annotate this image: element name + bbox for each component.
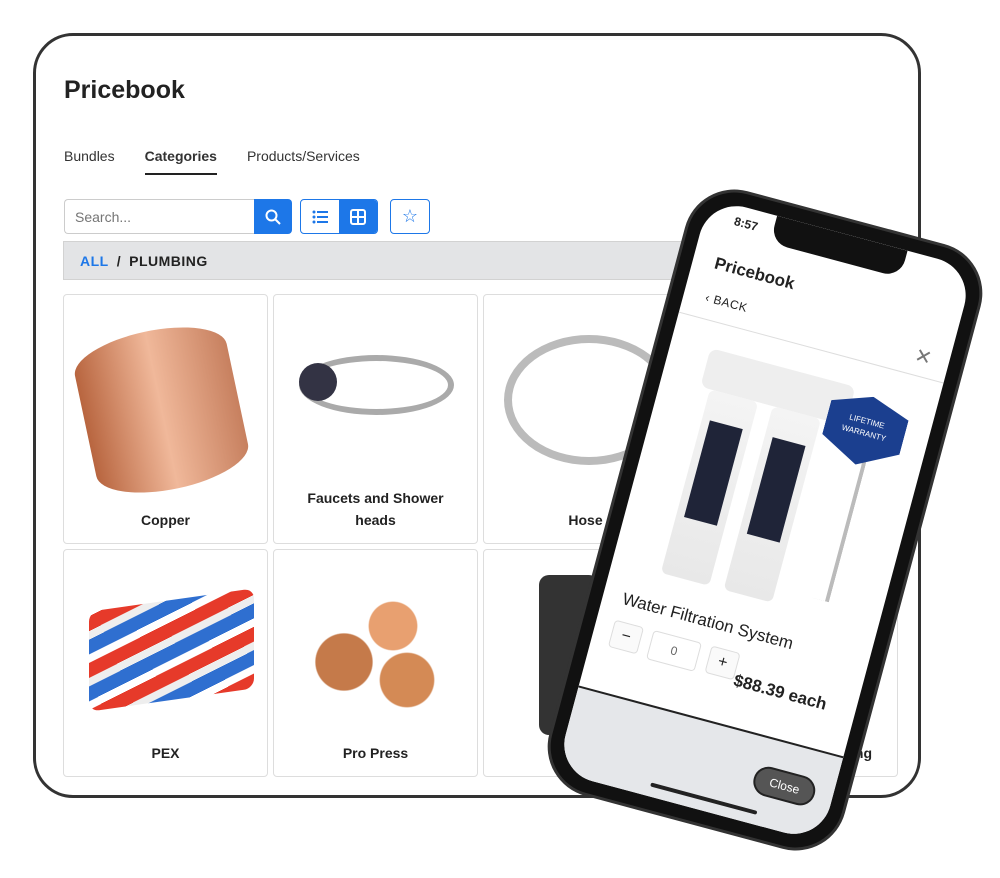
favorites-button[interactable]: ☆ <box>390 199 430 234</box>
back-button[interactable]: ‹ BACK <box>704 290 749 315</box>
list-icon <box>312 210 328 223</box>
page-title: Pricebook <box>64 76 185 104</box>
close-button[interactable]: Close <box>750 763 819 809</box>
toolbar: ☆ <box>64 199 430 234</box>
pro-press-image <box>309 590 449 710</box>
back-label: BACK <box>711 292 750 315</box>
status-time: 8:57 <box>732 214 760 234</box>
close-icon[interactable]: ✕ <box>912 343 935 371</box>
search-button[interactable] <box>254 199 292 234</box>
category-label: Pro Press <box>342 745 409 761</box>
product-image: LIFETIME WARRANTY <box>649 348 904 632</box>
tab-products-services[interactable]: Products/Services <box>247 148 360 175</box>
product-price: $88.39 each <box>731 670 829 714</box>
search-input[interactable] <box>64 199 254 234</box>
category-label: Faucets and Shower heads <box>307 490 444 528</box>
phone-title: Pricebook <box>712 253 797 294</box>
quantity-input[interactable]: 0 <box>645 629 703 672</box>
tabs: Bundles Categories Products/Services <box>64 148 360 175</box>
breadcrumb-all[interactable]: ALL <box>80 253 109 269</box>
copper-image <box>69 315 254 505</box>
decrement-button[interactable]: − <box>607 619 645 655</box>
grid-view-button[interactable] <box>339 200 377 233</box>
view-toggle <box>300 199 378 234</box>
search-group <box>64 199 292 234</box>
star-icon: ☆ <box>401 206 419 226</box>
modal-footer: Close <box>555 685 844 843</box>
tab-categories[interactable]: Categories <box>144 148 217 175</box>
list-view-button[interactable] <box>301 200 339 233</box>
breadcrumb-current: PLUMBING <box>129 252 208 269</box>
breadcrumb-separator: / <box>116 252 122 269</box>
pex-image <box>89 588 254 712</box>
grid-icon <box>350 208 366 225</box>
home-indicator <box>650 782 758 815</box>
shower-head-disc <box>299 363 337 401</box>
category-card-pex[interactable]: PEX <box>63 549 268 777</box>
category-card-faucets[interactable]: Faucets and Shower heads <box>273 294 478 544</box>
category-label: PEX <box>151 745 180 761</box>
category-label: Copper <box>141 512 190 528</box>
tab-bundles[interactable]: Bundles <box>64 148 115 175</box>
category-card-copper[interactable]: Copper <box>63 294 268 544</box>
category-card-pro-press[interactable]: Pro Press <box>273 549 478 777</box>
search-icon <box>265 209 281 225</box>
